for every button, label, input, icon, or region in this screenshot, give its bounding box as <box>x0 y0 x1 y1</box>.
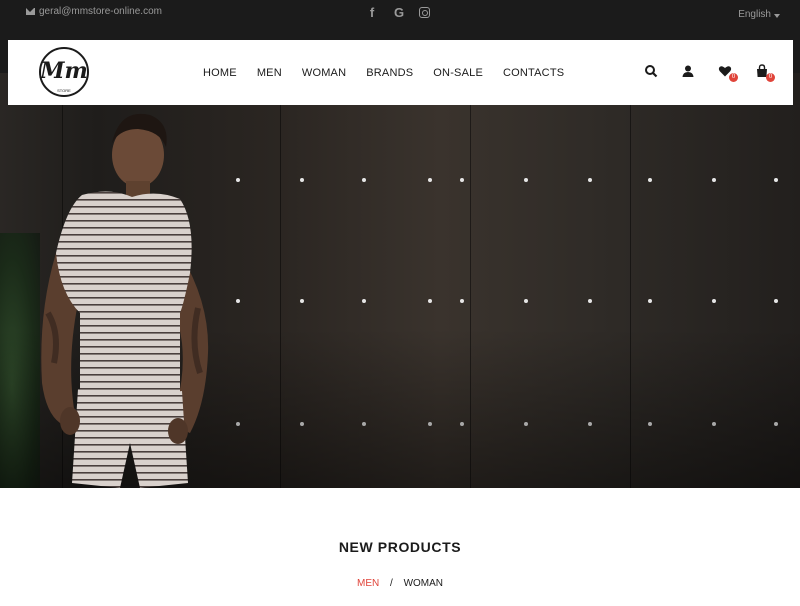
main-header: Mm STORE HOME MEN WOMAN BRANDS ON-SALE C… <box>8 40 793 105</box>
store-logo[interactable]: Mm STORE <box>34 46 94 98</box>
wall-rivet <box>712 299 716 303</box>
wishlist-button[interactable]: 0 <box>718 64 738 82</box>
wall-rivet <box>648 299 652 303</box>
wall-rivet <box>428 178 432 182</box>
tab-woman[interactable]: WOMAN <box>404 578 443 589</box>
wall-rivet <box>300 299 304 303</box>
menu-on-sale[interactable]: ON-SALE <box>433 67 483 79</box>
wall-rivet <box>362 299 366 303</box>
cart-button[interactable]: 0 <box>755 64 775 82</box>
wall-rivet <box>774 178 778 182</box>
main-menu: HOME MEN WOMAN BRANDS ON-SALE CONTACTS <box>203 67 564 79</box>
caret-down-icon <box>774 13 780 18</box>
search-icon[interactable] <box>644 64 658 78</box>
contact-email[interactable]: geral@mmstore-online.com <box>26 6 162 17</box>
menu-woman[interactable]: WOMAN <box>302 67 346 79</box>
social-links: f G <box>365 5 430 21</box>
logo-text: Mm <box>39 58 88 84</box>
menu-home[interactable]: HOME <box>203 67 237 79</box>
language-selector[interactable]: English <box>738 9 780 20</box>
cart-count-badge: 0 <box>766 73 775 82</box>
wall-rivet <box>428 299 432 303</box>
model-photo <box>41 113 209 488</box>
hero-slider: 1 2 3 <box>0 73 800 488</box>
instagram-icon[interactable] <box>419 7 430 18</box>
wishlist-count-badge: 0 <box>729 73 738 82</box>
wall-rivet <box>524 178 528 182</box>
wall-rivet <box>236 299 240 303</box>
menu-contacts[interactable]: CONTACTS <box>503 67 564 79</box>
header-icons: 0 0 <box>644 64 775 82</box>
facebook-icon[interactable]: f <box>365 5 379 21</box>
wall-rivet <box>300 178 304 182</box>
menu-men[interactable]: MEN <box>257 67 282 79</box>
wall-rivet <box>712 178 716 182</box>
wall-rivet <box>588 178 592 182</box>
tab-separator: / <box>390 578 393 589</box>
wall-rivet <box>460 299 464 303</box>
wall-rivet <box>588 299 592 303</box>
new-products-title: NEW PRODUCTS <box>338 539 462 555</box>
menu-brands[interactable]: BRANDS <box>366 67 413 79</box>
wall-rivet <box>524 299 528 303</box>
wall-rivet <box>362 178 366 182</box>
wall-rivet <box>460 178 464 182</box>
wall-rivet <box>236 178 240 182</box>
user-icon[interactable] <box>681 64 695 78</box>
language-label: English <box>738 9 771 20</box>
email-text: geral@mmstore-online.com <box>39 6 162 17</box>
wall-rivet <box>774 299 778 303</box>
google-icon[interactable]: G <box>392 5 406 21</box>
envelope-icon <box>26 8 35 15</box>
wall-rivet <box>648 178 652 182</box>
tab-men[interactable]: MEN <box>357 578 379 589</box>
new-products-tabs: MEN / WOMAN <box>0 578 800 589</box>
logo-subtext: STORE <box>57 88 71 93</box>
